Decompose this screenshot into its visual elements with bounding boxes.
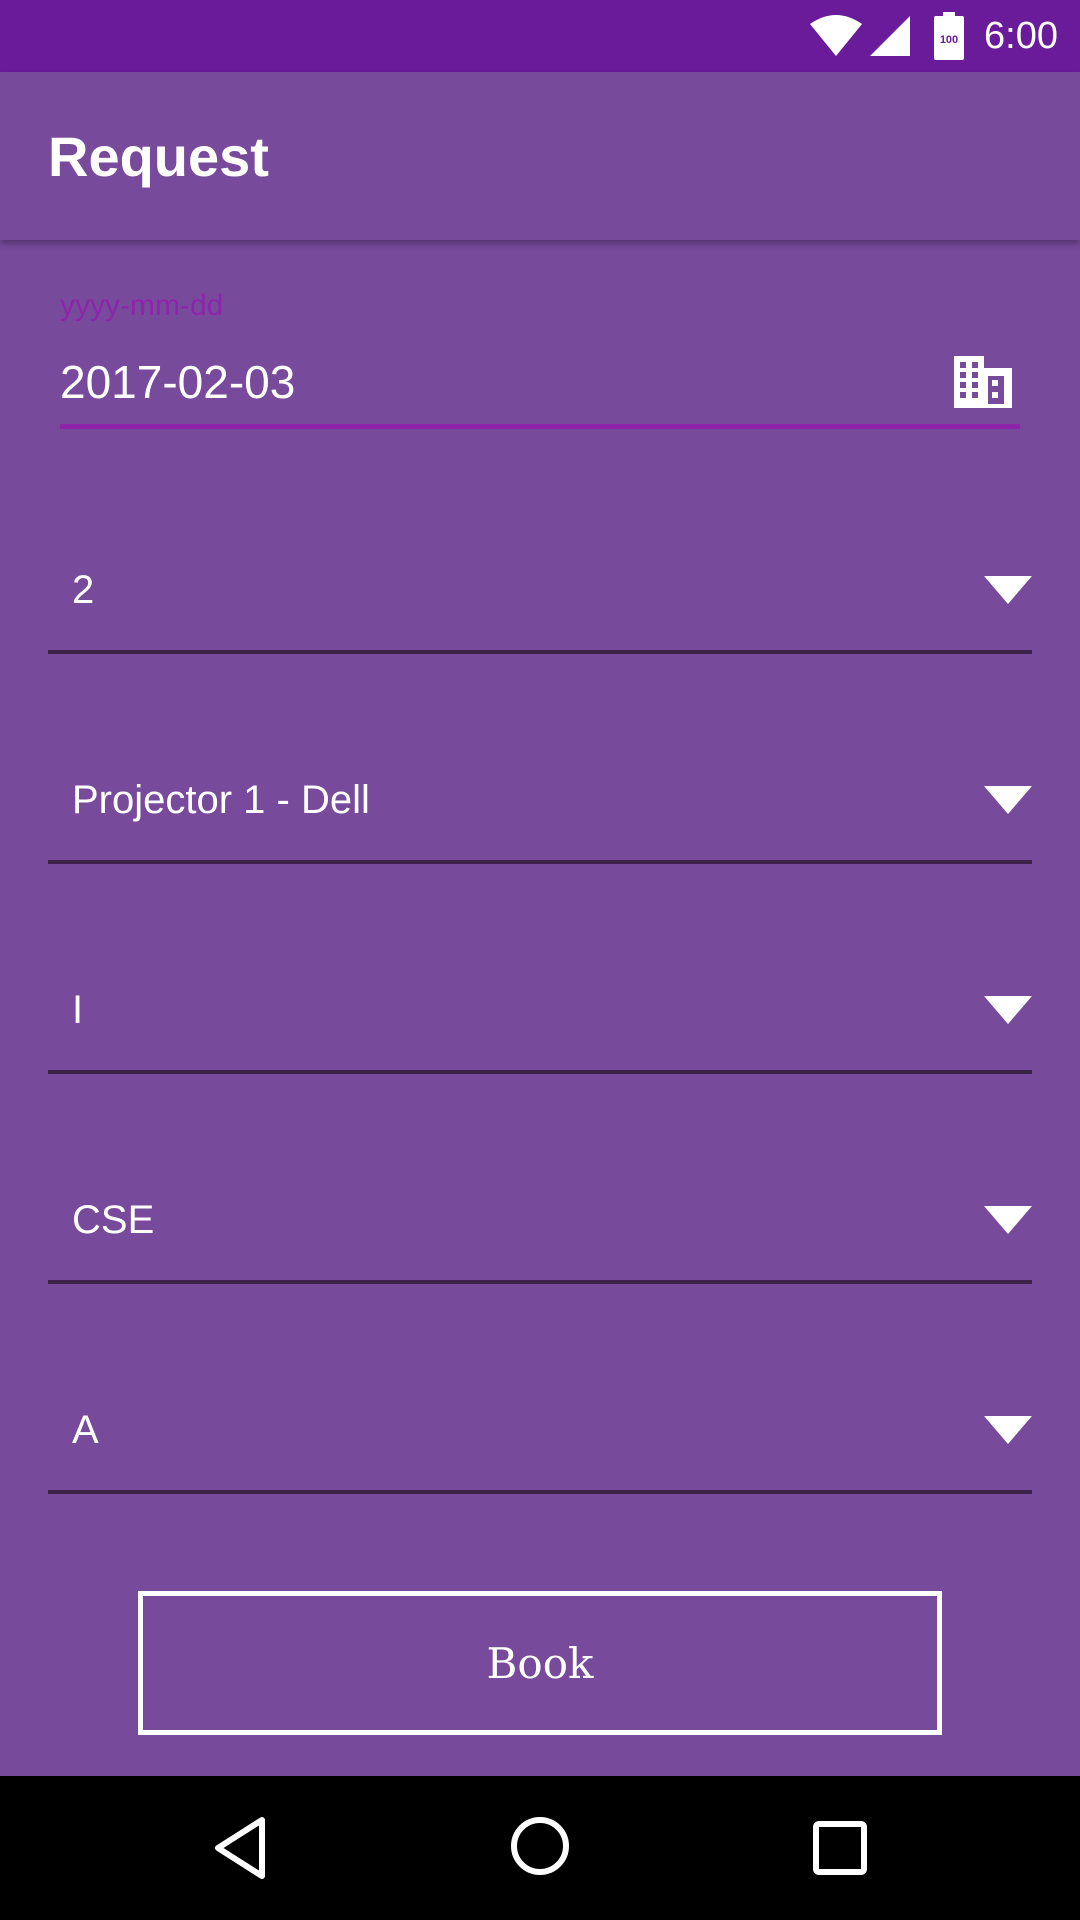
battery-level-text: 100 [940,34,958,46]
spinner-value: 2 [72,568,95,612]
recents-icon[interactable] [812,1820,868,1876]
dropdown-arrow-icon [984,1416,1032,1444]
dropdown-arrow-icon [984,576,1032,604]
spinner-value: I [72,988,84,1032]
status-bar: 100 6:00 [0,0,1080,72]
spinner-device[interactable]: Projector 1 - Dell [48,744,1032,864]
spinner-underline [48,1490,1032,1494]
book-button[interactable]: Book [138,1591,942,1735]
spinner-underline [48,860,1032,864]
date-field-hint: yyyy-mm-dd [60,289,224,322]
spinner-underline [48,1280,1032,1284]
app-bar: Request [0,72,1080,240]
spinner-underline [48,650,1032,654]
date-field-underline [60,424,1020,429]
dropdown-arrow-icon [984,996,1032,1024]
date-field[interactable]: 2017-02-03 [60,354,295,410]
spinner-value: Projector 1 - Dell [72,778,370,822]
dropdown-arrow-icon [984,786,1032,814]
home-icon[interactable] [510,1816,570,1876]
dropdown-arrow-icon [984,1206,1032,1234]
wifi-icon [810,15,862,56]
battery-icon: 100 [934,12,964,60]
spinner-underline [48,1070,1032,1074]
page-title: Request [48,125,269,188]
cell-signal-icon [870,16,910,56]
spinner-value: A [72,1408,99,1452]
status-time: 6:00 [984,15,1058,57]
back-icon[interactable] [212,1816,268,1880]
spinner-department[interactable]: CSE [48,1164,1032,1284]
spinner-quantity[interactable]: 2 [48,534,1032,654]
calendar-icon[interactable] [952,354,1014,410]
navigation-bar [0,1776,1080,1920]
spinner-section[interactable]: A [48,1374,1032,1494]
spinner-value: CSE [72,1198,155,1242]
spinner-year[interactable]: I [48,954,1032,1074]
